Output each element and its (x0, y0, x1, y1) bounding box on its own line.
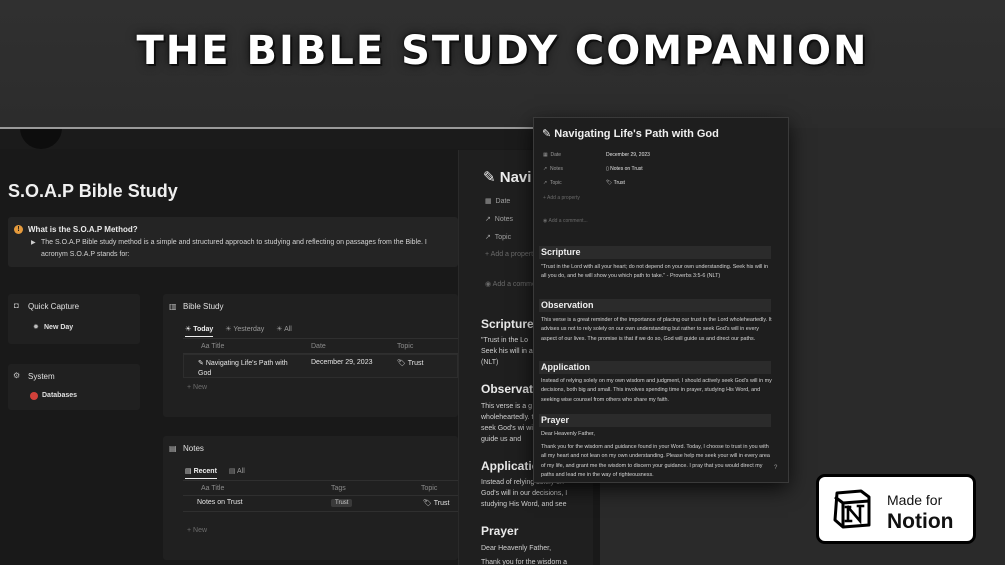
row-title[interactable]: ✎ Navigating Life's Path with God (198, 359, 298, 379)
notion-logo-icon (833, 489, 871, 529)
info-icon: ! (14, 225, 23, 234)
tab-today[interactable]: ☀ Today (185, 325, 214, 337)
callout-text: The S.O.A.P Bible study method is a simp… (41, 239, 427, 258)
prop-date-value[interactable]: December 29, 2023 (606, 152, 650, 158)
table-row[interactable]: ✎ Navigating Life's Path with God Decemb… (183, 354, 458, 378)
system-title: System (28, 372, 55, 381)
back-prayer-heading: Prayer (481, 524, 519, 538)
camera-icon: ◘ (14, 301, 19, 310)
prop-notes-value[interactable]: ▯ Notes on Trust (606, 166, 643, 172)
divider (183, 495, 458, 496)
observation-heading: Observation (539, 299, 771, 312)
back-scripture-heading: Scripture (481, 317, 534, 331)
divider (183, 338, 458, 339)
headline: THE BIBLE STUDY COMPANION (136, 28, 869, 74)
notes-row-topic: 🏷 Trust (423, 500, 450, 507)
notes-title: Notes (183, 444, 204, 453)
notes-row-tag: Trust (331, 499, 353, 507)
notes-row-title[interactable]: Notes on Trust (197, 499, 243, 506)
row-date: December 29, 2023 (311, 359, 373, 366)
help-button[interactable]: ? (774, 465, 777, 471)
back-page-title: ✎ Navi (483, 169, 532, 186)
prop-topic-value[interactable]: 🏷 Trust (606, 180, 625, 186)
row-topic: 🏷 Trust (397, 360, 424, 367)
system-card: ⚙ System Databases (8, 364, 140, 410)
prop-date-label: ▦ Date (543, 152, 562, 158)
prop-notes-label: ↗ Notes (543, 166, 564, 172)
column-date: Date (311, 343, 326, 350)
column-topic: Topic (397, 343, 414, 350)
notion-wordmark: Notion (887, 510, 954, 533)
made-for-notion-badge: Made for Notion (816, 474, 976, 544)
back-add-comment[interactable]: ◉ Add a comme (485, 280, 536, 288)
back-scripture-text: "Trust in the Lo Seek his will in a (NLT… (481, 337, 533, 366)
prayer-heading: Prayer (539, 414, 771, 427)
divider (183, 511, 458, 512)
back-prayer-salutation: Dear Heavenly Father, (481, 545, 552, 552)
column-topic: Topic (421, 485, 438, 492)
book-icon: ▥ (169, 302, 177, 311)
study-entry-page: ✎ Navigating Life's Path with God ▦ Date… (534, 118, 788, 482)
prayer-text: Thank you for the wisdom and guidance fo… (541, 444, 770, 479)
tab-all[interactable]: ☀ All (276, 325, 292, 333)
add-property-button[interactable]: + Add a property (543, 195, 580, 201)
bible-study-database: ▥ Bible Study ☀ Today ☀ Yesterday ☀ All … (163, 294, 458, 417)
tab-recent[interactable]: ▤ Recent (185, 467, 217, 479)
new-row-button[interactable]: + New (187, 384, 207, 391)
database-icon (30, 392, 38, 400)
back-prop-topic: ↗ Topic (485, 234, 512, 241)
entry-title: ✎ Navigating Life's Path with God (542, 128, 719, 140)
tab-yesterday[interactable]: ☀ Yesterday (225, 325, 264, 333)
tab-all[interactable]: ▤ All (229, 467, 245, 475)
scripture-text: "Trust in the Lord with all your heart; … (541, 264, 769, 280)
bible-study-tabs: ☀ Today ☀ Yesterday ☀ All (185, 325, 302, 337)
document-icon: ▤ (169, 444, 177, 453)
back-prayer-text: Thank you for the wisdom a (481, 559, 567, 565)
add-comment-input[interactable]: ◉ Add a comment... (543, 218, 588, 224)
quick-capture-title: Quick Capture (28, 302, 80, 311)
toggle-triangle-icon[interactable]: ▶ (31, 239, 36, 246)
page-title: S.O.A.P Bible Study (8, 181, 178, 201)
callout-title: What is the S.O.A.P Method? (28, 225, 138, 234)
back-application-heading: Applicatio (481, 459, 540, 473)
scripture-heading: Scripture (539, 246, 771, 259)
new-day-button[interactable]: New Day (44, 324, 73, 331)
back-add-property[interactable]: + Add a propert (485, 251, 533, 258)
back-prop-date: ▦ Date (485, 198, 511, 205)
back-prop-notes: ↗ Notes (485, 216, 514, 223)
databases-button[interactable]: Databases (42, 392, 77, 399)
bible-study-title: Bible Study (183, 302, 224, 311)
callout: ! What is the S.O.A.P Method? ▶ The S.O.… (8, 217, 458, 267)
column-tags: Tags (331, 485, 346, 492)
column-title: Aa Title (201, 343, 225, 350)
application-text: Instead of relying solely on my own wisd… (541, 378, 772, 403)
notes-database: ▤ Notes ▤ Recent ▤ All Aa Title Tags Top… (163, 436, 458, 560)
observation-text: This verse is a great reminder of the im… (541, 317, 772, 342)
quick-capture-card: ◘ Quick Capture ✹ New Day (8, 294, 140, 344)
new-row-button[interactable]: + New (187, 527, 207, 534)
gears-icon: ⚙ (13, 371, 21, 380)
sun-icon: ✹ (33, 324, 39, 331)
application-heading: Application (539, 361, 771, 374)
top-bar (0, 129, 600, 149)
divider (183, 480, 458, 481)
prayer-salutation: Dear Heavenly Father, (541, 431, 595, 437)
made-for-label: Made for (887, 492, 943, 508)
prop-topic-label: ↗ Topic (543, 180, 562, 186)
column-title: Aa Title (201, 485, 225, 492)
notes-tabs: ▤ Recent ▤ All (185, 467, 255, 479)
